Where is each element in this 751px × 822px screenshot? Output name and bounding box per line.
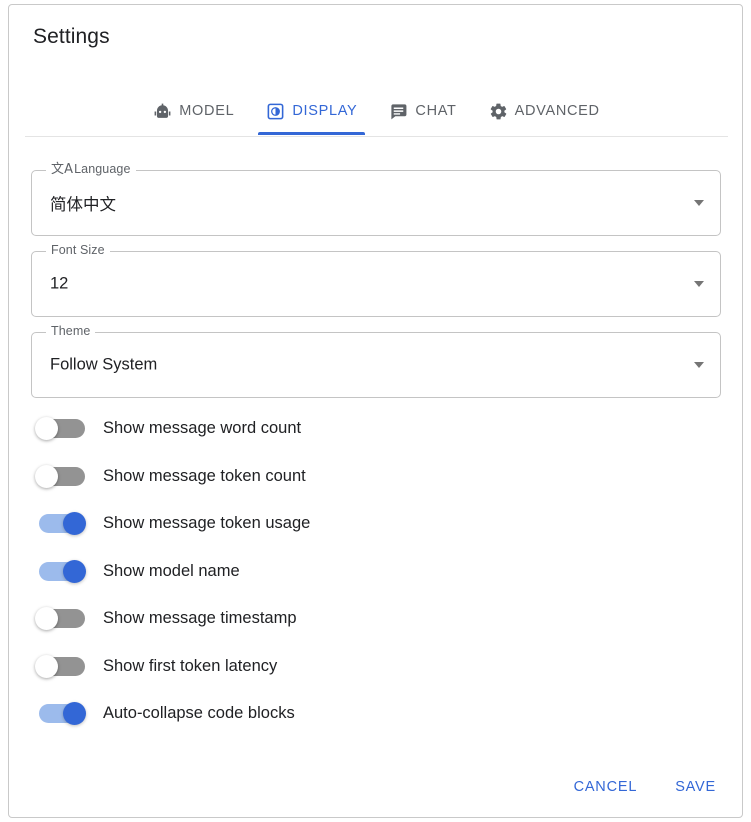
save-button[interactable]: SAVE [663,771,728,803]
toggle-knob [63,512,86,535]
toggle-knob [63,560,86,583]
font-size-field-label: Font Size [46,243,110,257]
toggle-row-show-model-name: Show model name [35,558,240,584]
tab-model-label: MODEL [179,103,234,119]
language-select[interactable]: 文A Language 简体中文 [31,170,721,236]
toggle-auto-collapse-code-blocks[interactable] [35,701,89,725]
chevron-down-icon[interactable] [694,362,704,368]
toggle-label: Show message word count [103,419,301,438]
cancel-button[interactable]: CANCEL [562,771,650,803]
language-value: 简体中文 [50,191,116,215]
language-label-text: Language [74,162,130,176]
settings-dialog: Settings MODEL DISPLAY [8,4,743,818]
comment-icon [389,102,408,121]
translate-icon: 文A [51,163,73,176]
gear-icon [489,102,508,121]
toggle-label: Show message token usage [103,514,310,533]
toggle-show-model-name[interactable] [35,559,89,583]
toggle-label: Show message token count [103,467,306,486]
theme-select[interactable]: Theme Follow System [31,332,721,398]
toggle-row-show-first-token-latency: Show first token latency [35,653,277,679]
toggle-show-message-token-count[interactable] [35,464,89,488]
tab-bar: MODEL DISPLAY CHAT [25,87,728,137]
robot-icon [153,102,172,121]
chevron-down-icon[interactable] [694,200,704,206]
page-title: Settings [33,25,110,49]
tab-display[interactable]: DISPLAY [250,87,373,135]
tab-display-label: DISPLAY [292,103,357,119]
toggle-knob [35,465,58,488]
toggle-row-show-message-word-count: Show message word count [35,415,301,441]
toggle-row-show-message-timestamp: Show message timestamp [35,605,297,631]
dialog-actions: CANCEL SAVE [562,771,728,803]
toggle-row-show-message-token-usage: Show message token usage [35,510,310,536]
tab-active-indicator [258,132,365,135]
theme-value: Follow System [50,356,157,375]
tab-advanced[interactable]: ADVANCED [473,87,616,135]
toggle-row-show-message-token-count: Show message token count [35,463,306,489]
toggle-knob [63,702,86,725]
tab-chat-label: CHAT [415,103,456,119]
toggle-label: Auto-collapse code blocks [103,704,295,723]
toggle-show-message-word-count[interactable] [35,416,89,440]
font-size-select[interactable]: Font Size 12 [31,251,721,317]
font-size-value: 12 [50,275,68,294]
toggle-show-message-token-usage[interactable] [35,511,89,535]
toggle-knob [35,417,58,440]
toggle-label: Show first token latency [103,657,277,676]
language-field-label: 文A Language [46,162,136,176]
toggle-knob [35,607,58,630]
font-size-label-text: Font Size [51,243,105,257]
contrast-icon [266,102,285,121]
chevron-down-icon[interactable] [694,281,704,287]
tab-model[interactable]: MODEL [137,87,250,135]
toggle-row-auto-collapse-code-blocks: Auto-collapse code blocks [35,700,295,726]
toggle-label: Show message timestamp [103,609,297,628]
toggle-knob [35,655,58,678]
theme-label-text: Theme [51,324,90,338]
toggle-label: Show model name [103,562,240,581]
tab-advanced-label: ADVANCED [515,103,600,119]
toggle-show-first-token-latency[interactable] [35,654,89,678]
tab-chat[interactable]: CHAT [373,87,472,135]
toggle-show-message-timestamp[interactable] [35,606,89,630]
theme-field-label: Theme [46,324,95,338]
